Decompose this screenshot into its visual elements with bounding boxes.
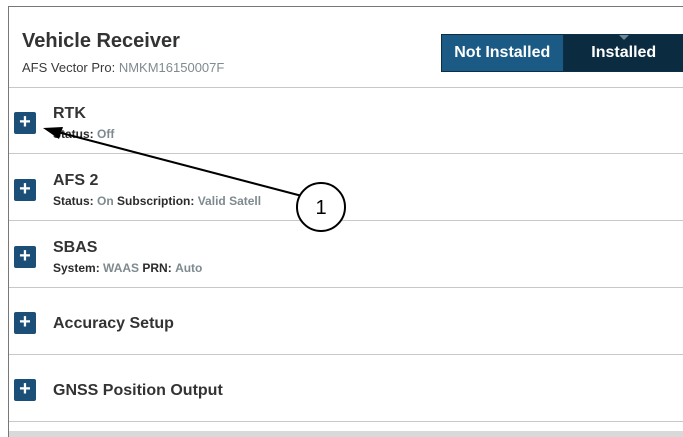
callout-number: 1 — [315, 197, 326, 219]
callout-annotation: 1 — [43, 127, 346, 232]
callout-arrow-icon — [43, 127, 303, 197]
